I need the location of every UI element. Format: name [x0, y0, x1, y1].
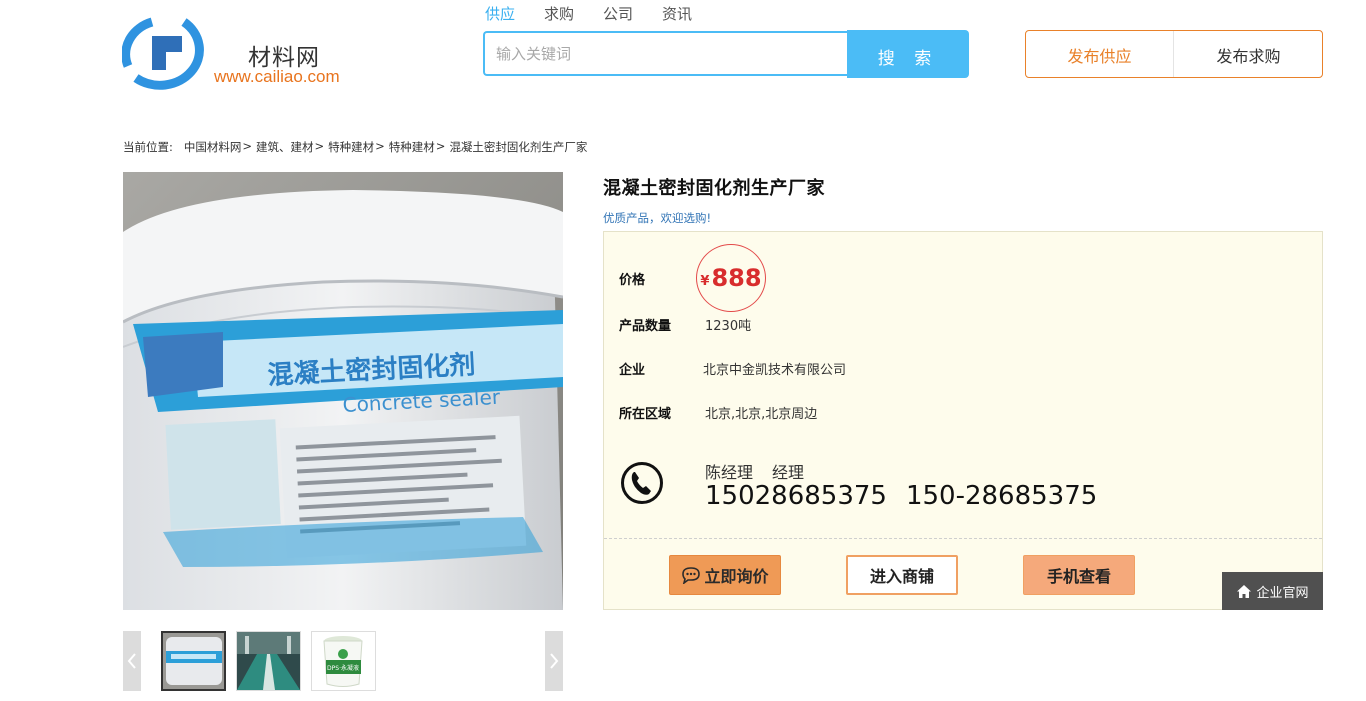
product-main-image[interactable]: 混凝土密封固化剂 Concrete sealer	[123, 172, 563, 610]
search-box: 搜 索	[483, 30, 969, 78]
quantity-value: 1230吨	[705, 319, 752, 334]
thumbnail-bucket[interactable]	[161, 631, 226, 691]
quantity-label: 产品数量	[619, 319, 672, 334]
detail-divider	[604, 538, 1322, 539]
breadcrumb-special-materials[interactable]: 特种建材	[328, 139, 374, 155]
thumbnail-list: DPS·永凝液	[161, 631, 386, 691]
contact-name: 陈经理	[705, 463, 754, 482]
inquire-button-label: 立即询价	[704, 567, 769, 586]
publish-purchase-button[interactable]: 发布求购	[1174, 31, 1323, 77]
publish-supply-button[interactable]: 发布供应	[1026, 31, 1174, 77]
breadcrumb-separator: >	[314, 139, 325, 153]
breadcrumb-label: 当前位置:	[123, 140, 173, 154]
breadcrumb-separator: >	[435, 139, 446, 153]
product-detail-panel: 价格 ¥ 888 产品数量 1230吨 企业 北京中金凯技术有限公司 所在区域 …	[603, 231, 1323, 610]
chevron-left-icon	[127, 653, 136, 669]
region-label: 所在区域	[619, 407, 672, 422]
thumbnail-floor[interactable]	[236, 631, 301, 691]
breadcrumb-current: 混凝土密封固化剂生产厂家	[449, 140, 588, 154]
thumbnail-green-bucket[interactable]: DPS·永凝液	[311, 631, 376, 691]
contact-person: 陈经理 经理	[705, 459, 804, 483]
search-input[interactable]	[483, 31, 849, 76]
green-bucket-label: DPS·永凝液	[327, 664, 359, 672]
price-value: 888	[711, 264, 762, 292]
product-title: 混凝土密封固化剂生产厂家	[603, 178, 825, 199]
price-badge: ¥ 888	[696, 244, 766, 312]
breadcrumb: 当前位置: 中国材料网 > 建筑、建材 > 特种建材 > 特种建材 > 混凝土密…	[123, 139, 587, 155]
contact-phone-2[interactable]: 150-28685375	[906, 481, 1097, 511]
bucket-thumb-image	[163, 633, 224, 689]
company-label: 企业	[619, 363, 646, 378]
breadcrumb-separator: >	[242, 139, 253, 153]
floor-thumb-image	[237, 632, 300, 690]
chevron-right-icon	[550, 653, 559, 669]
green-bucket-thumb-image: DPS·永凝液	[312, 632, 375, 690]
logo-mark-icon	[122, 17, 204, 90]
tab-purchase[interactable]: 求购	[544, 3, 574, 24]
home-icon	[1237, 584, 1252, 598]
breadcrumb-home[interactable]: 中国材料网	[184, 139, 242, 155]
official-site-button[interactable]: 企业官网	[1222, 572, 1323, 610]
product-subtitle: 优质产品，欢迎选购!	[603, 211, 712, 225]
search-button[interactable]: 搜 索	[847, 30, 969, 78]
contact-phones: 15028685375 150-28685375	[705, 481, 1097, 511]
price-label: 价格	[619, 273, 646, 288]
chat-bubble-icon	[682, 567, 701, 584]
inquire-button[interactable]: 立即询价	[669, 555, 781, 595]
contact-title: 经理	[772, 463, 805, 482]
breadcrumb-separator: >	[375, 139, 385, 153]
phone-icon	[621, 462, 663, 504]
official-site-label: 企业官网	[1256, 585, 1309, 601]
publish-group: 发布供应 发布求购	[1025, 30, 1323, 78]
thumbnail-next-button[interactable]	[545, 631, 563, 691]
tab-news[interactable]: 资讯	[662, 3, 692, 24]
tab-company[interactable]: 公司	[603, 3, 633, 24]
site-logo[interactable]: 材料网 www.cailiao.com	[122, 16, 362, 92]
enter-shop-button[interactable]: 进入商铺	[846, 555, 958, 595]
company-value[interactable]: 北京中金凯技术有限公司	[703, 359, 846, 378]
tab-supply[interactable]: 供应	[485, 3, 515, 24]
search-tabs: 供应 求购 公司 资讯	[485, 3, 721, 24]
breadcrumb-special-materials-sub[interactable]: 特种建材	[389, 139, 435, 155]
logo-site-url: www.cailiao.com	[214, 67, 340, 86]
mobile-view-button[interactable]: 手机查看	[1023, 555, 1135, 595]
region-value: 北京,北京,北京周边	[705, 407, 818, 422]
price-currency: ¥	[700, 273, 710, 289]
breadcrumb-building-materials[interactable]: 建筑、建材	[256, 139, 314, 155]
contact-phone-1[interactable]: 15028685375	[705, 481, 887, 511]
bucket-photo: 混凝土密封固化剂 Concrete sealer	[123, 172, 563, 610]
thumbnail-prev-button[interactable]	[123, 631, 141, 691]
